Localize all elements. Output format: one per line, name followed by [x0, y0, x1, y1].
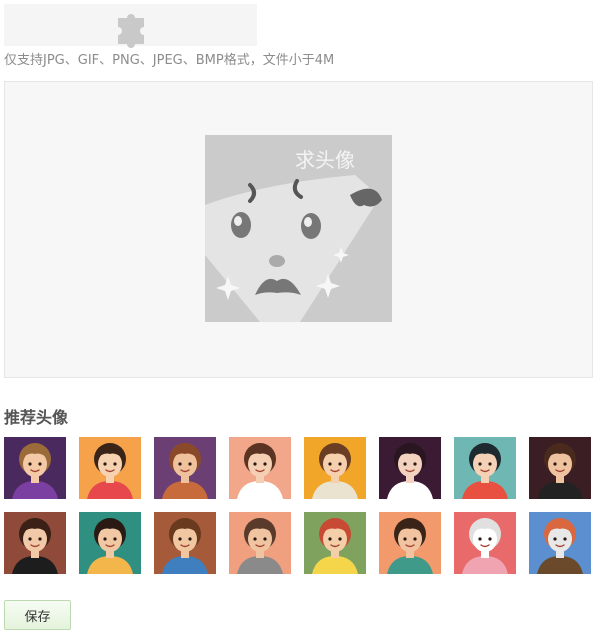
- avatar-9[interactable]: [4, 512, 66, 574]
- puzzle-icon: [118, 14, 144, 48]
- avatar-8[interactable]: [529, 437, 591, 499]
- recommended-avatars-title: 推荐头像: [4, 408, 69, 427]
- placeholder-caption: 求头像: [295, 148, 355, 172]
- avatar-12[interactable]: [229, 512, 291, 574]
- avatar-7[interactable]: [454, 437, 516, 499]
- avatar-14[interactable]: [379, 512, 441, 574]
- avatar-13[interactable]: [304, 512, 366, 574]
- avatar-5[interactable]: [304, 437, 366, 499]
- avatar-3[interactable]: [154, 437, 216, 499]
- avatar-2[interactable]: [79, 437, 141, 499]
- avatar-11[interactable]: [154, 512, 216, 574]
- save-button[interactable]: 保存: [4, 600, 71, 630]
- avatar-preview-area: 求头像: [4, 81, 593, 378]
- avatar-16[interactable]: [529, 512, 591, 574]
- avatar-placeholder-image: 求头像: [205, 135, 392, 322]
- upload-hint: 仅支持JPG、GIF、PNG、JPEG、BMP格式，文件小于4M: [4, 53, 335, 68]
- avatar-1[interactable]: [4, 437, 66, 499]
- avatar-15[interactable]: [454, 512, 516, 574]
- upload-button[interactable]: [4, 4, 257, 48]
- avatar-10[interactable]: [79, 512, 141, 574]
- avatar-6[interactable]: [379, 437, 441, 499]
- avatar-4[interactable]: [229, 437, 291, 499]
